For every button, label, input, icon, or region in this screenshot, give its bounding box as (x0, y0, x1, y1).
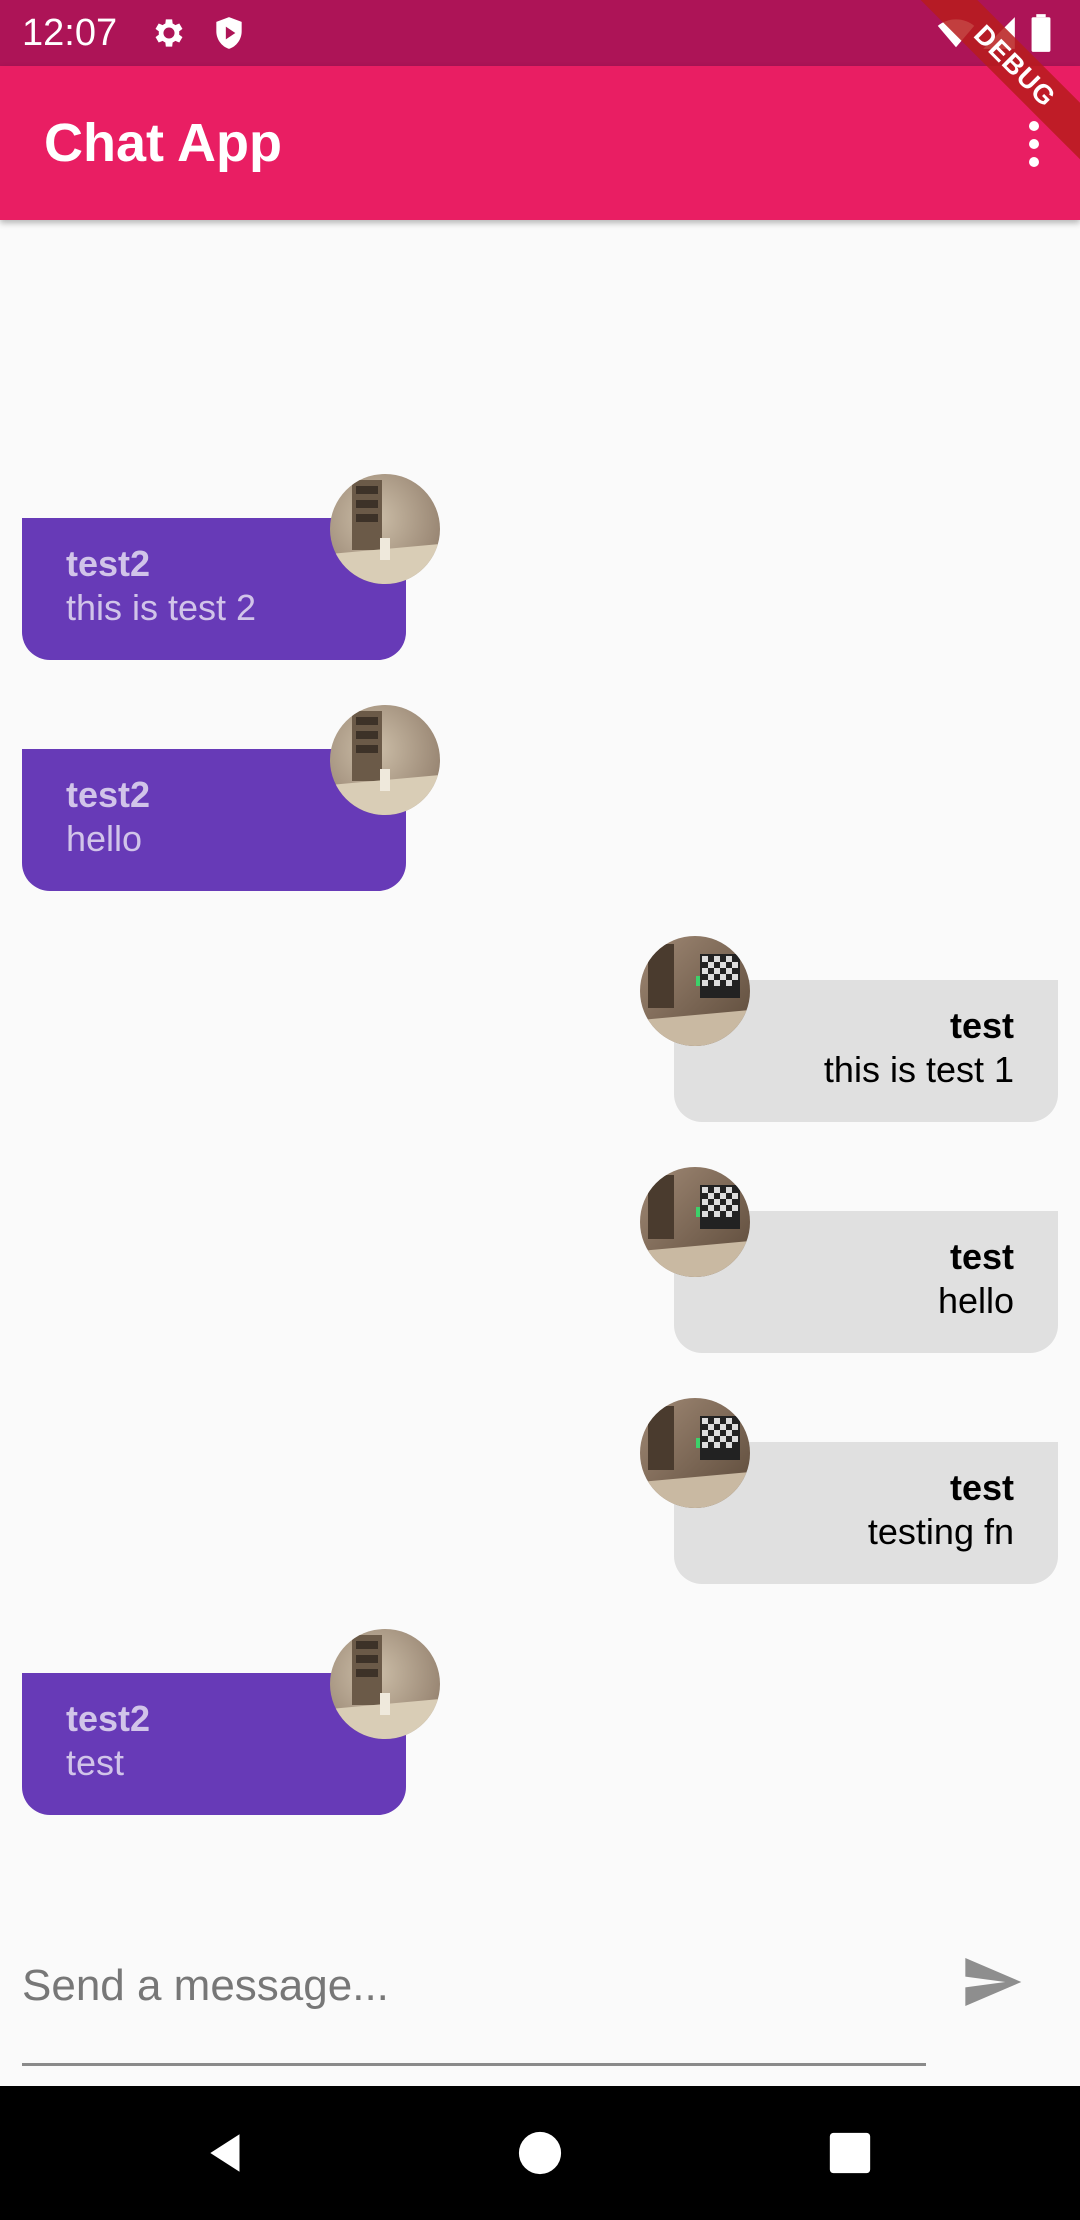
message-username: test (949, 1005, 1014, 1046)
status-time: 12:07 (22, 12, 118, 54)
shield-icon (210, 14, 248, 52)
chat-message: test2 test (0, 1629, 1080, 1819)
chat-message: test2 this is test 2 (0, 474, 1080, 664)
user-avatar (330, 705, 440, 815)
message-text: test (66, 1742, 125, 1783)
message-text: hello (66, 818, 143, 859)
battery-icon (1030, 14, 1052, 52)
home-circle-icon (518, 2131, 562, 2175)
user-avatar (330, 1629, 440, 1739)
chat-message: test testing fn (0, 1398, 1080, 1588)
user-avatar (640, 1167, 750, 1277)
back-button[interactable] (192, 2118, 262, 2188)
status-bar: 12:07 (0, 0, 1080, 66)
message-text: this is test 2 (66, 587, 257, 628)
message-composer (0, 1900, 1080, 2086)
overflow-menu-button[interactable] (1006, 110, 1062, 178)
chat-message-list[interactable]: test2 this is test 2 test2 hello test th… (0, 220, 1080, 1860)
wifi-icon (936, 14, 976, 52)
settings-icon (150, 14, 188, 52)
message-username: test (949, 1236, 1014, 1277)
recents-square-icon (829, 2132, 871, 2174)
message-input[interactable] (22, 1900, 926, 2066)
more-vert-icon (1029, 121, 1039, 131)
back-triangle-icon (210, 2134, 240, 2172)
app-bar: Chat App (0, 66, 1080, 220)
send-icon (965, 1958, 1022, 2006)
send-button[interactable] (950, 1940, 1034, 2024)
message-text: hello (937, 1280, 1014, 1321)
message-username: test2 (66, 543, 151, 584)
chat-message: test this is test 1 (0, 936, 1080, 1126)
user-avatar (640, 936, 750, 1046)
user-avatar (330, 474, 440, 584)
message-username: test (949, 1467, 1014, 1508)
home-button[interactable] (505, 2118, 575, 2188)
message-text: testing fn (867, 1511, 1014, 1552)
chat-message: test2 hello (0, 705, 1080, 895)
message-username: test2 (66, 774, 151, 815)
chat-message: test hello (0, 1167, 1080, 1357)
message-text: this is test 1 (823, 1049, 1014, 1090)
user-avatar (640, 1398, 750, 1508)
message-username: test2 (66, 1698, 151, 1739)
app-title: Chat App (44, 113, 282, 173)
recents-button[interactable] (815, 2118, 885, 2188)
cell-signal-icon (980, 14, 1018, 52)
system-nav-bar (0, 2086, 1080, 2220)
